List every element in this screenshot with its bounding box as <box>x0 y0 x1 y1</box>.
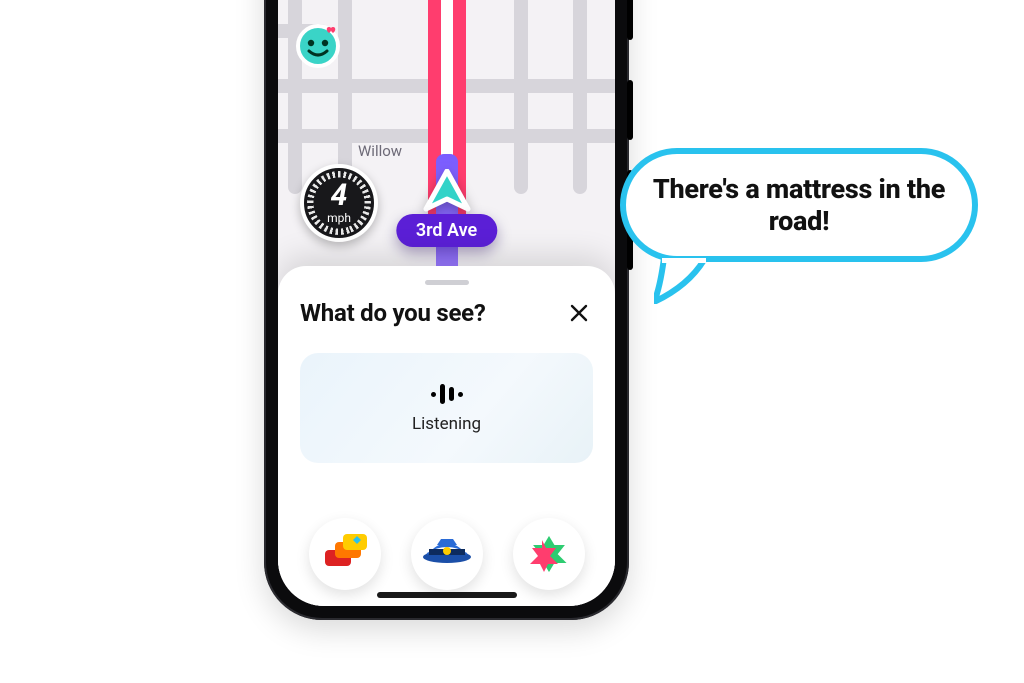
speedometer[interactable]: 4 mph <box>300 164 378 242</box>
listening-label: Listening <box>412 414 481 434</box>
current-location-cursor <box>422 169 472 217</box>
cross-street-label: Willow <box>358 142 402 160</box>
speech-bubble-text: There's a mattress in the road! <box>646 173 952 238</box>
speed-value: 4 <box>331 181 348 211</box>
current-street-pill[interactable]: 3rd Ave <box>396 214 497 247</box>
phone-frame: Willow 4 mph <box>264 0 629 620</box>
speed-unit: mph <box>327 211 351 225</box>
report-chip-traffic[interactable] <box>309 518 381 590</box>
report-sheet: What do you see? Listening <box>278 266 615 606</box>
report-chip-hazard[interactable] <box>513 518 585 590</box>
close-button[interactable] <box>565 299 593 327</box>
voice-listening-panel[interactable]: Listening <box>300 353 593 463</box>
waveform-icon <box>431 382 463 406</box>
phone-side-button <box>627 0 633 40</box>
report-chip-police[interactable] <box>411 518 483 590</box>
sheet-grabber[interactable] <box>425 280 469 285</box>
speech-bubble-tail-icon <box>654 258 714 304</box>
speech-bubble: There's a mattress in the road! <box>620 148 978 262</box>
wazer-mood-icon[interactable] <box>292 18 344 70</box>
screen: Willow 4 mph <box>278 0 615 606</box>
sheet-title: What do you see? <box>300 299 486 327</box>
home-indicator[interactable] <box>377 592 517 598</box>
phone-side-button <box>627 80 633 140</box>
